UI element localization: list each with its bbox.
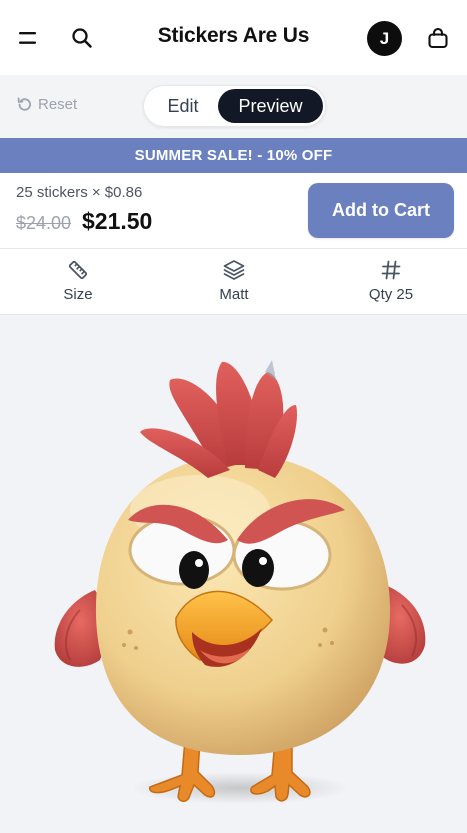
avatar[interactable]: J (367, 21, 402, 56)
undo-icon (17, 97, 31, 111)
finish-option[interactable]: Matt (179, 257, 289, 309)
editor-toolbar: Reset Edit Preview (0, 75, 467, 138)
finish-label: Matt (219, 286, 249, 303)
original-price: $24.00 (16, 213, 72, 233)
app-header: Stickers Are Us J (0, 0, 467, 75)
price-bar: 25 stickers × $0.86 $24.00 $21.50 Add to… (0, 173, 467, 249)
chicken-sticker-image (54, 360, 426, 804)
hash-icon (381, 260, 401, 280)
reset-label: Reset (38, 96, 78, 113)
mode-toggle: Edit Preview (143, 85, 326, 127)
add-to-cart-button[interactable]: Add to Cart (308, 183, 454, 238)
quantity-option[interactable]: Qty 25 (336, 257, 446, 309)
reset-button[interactable]: Reset (16, 96, 77, 113)
layers-icon (223, 260, 245, 280)
quantity-unit-price: 25 stickers × $0.86 (16, 184, 143, 201)
cart-button[interactable] (420, 20, 456, 56)
tab-preview[interactable]: Preview (218, 89, 323, 123)
sale-banner: SUMMER SALE! - 10% OFF (0, 138, 467, 173)
tab-edit[interactable]: Edit (148, 89, 218, 123)
sale-price: $21.50 (82, 208, 153, 234)
size-label: Size (63, 286, 93, 303)
shopping-bag-icon (428, 27, 448, 49)
size-option[interactable]: Size (23, 257, 133, 309)
ruler-icon (68, 260, 88, 280)
sticker-preview (0, 315, 467, 833)
quantity-label: Qty 25 (368, 286, 414, 303)
options-row: Size Matt Qty 25 (0, 249, 467, 315)
